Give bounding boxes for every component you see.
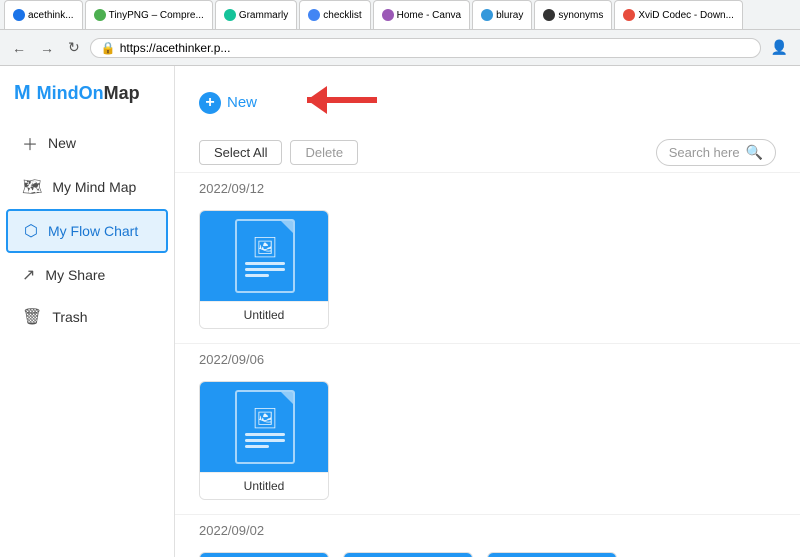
- browser-tab-6[interactable]: bluray: [472, 0, 532, 29]
- main-content: + New Select All Delete Search here 🔍: [175, 66, 800, 557]
- sidebar-item-trash[interactable]: 🗑 Trash: [6, 297, 168, 337]
- sidebar-trash-label: Trash: [52, 309, 87, 325]
- sidebar-item-flowchart[interactable]: ⬡ My Flow Chart: [6, 209, 168, 253]
- card-thumb-3b: 🖼: [344, 553, 473, 557]
- address-input[interactable]: 🔒 https://acethinker.p...: [90, 38, 761, 58]
- red-arrow: [277, 82, 397, 123]
- sidebar-item-new[interactable]: ＋ New: [6, 121, 168, 165]
- toolbar-left: Select All Delete: [199, 140, 358, 165]
- browser-address-bar: ← → ↻ 🔒 https://acethinker.p... 👤: [0, 30, 800, 66]
- tab-favicon-8: [623, 9, 635, 21]
- tab-favicon-7: [543, 9, 555, 21]
- new-btn-circle: +: [199, 92, 221, 114]
- toolbar: Select All Delete Search here 🔍: [175, 133, 800, 172]
- card-3b[interactable]: 🖼: [343, 552, 473, 557]
- card-label-2: Untitled: [200, 472, 328, 499]
- cards-row-3: 🖼: [175, 542, 800, 557]
- search-icon: 🔍: [746, 144, 763, 161]
- app-container: M MindOnMap ＋ New 🗺 My Mind Map ⬡ My Flo…: [0, 66, 800, 557]
- sidebar-mindmap-label: My Mind Map: [52, 179, 136, 195]
- doc-icon-1: 🖼: [235, 219, 295, 293]
- cards-row-2: 🖼 Untitled: [175, 371, 800, 514]
- address-text: https://acethinker.p...: [120, 41, 231, 55]
- doc-icon-2: 🖼: [235, 390, 295, 464]
- card-3a[interactable]: 🖼: [199, 552, 329, 557]
- search-placeholder: Search here: [669, 145, 740, 160]
- card-thumb-3c: 🖼: [488, 553, 617, 557]
- flowchart-icon: ⬡: [24, 221, 38, 241]
- mindmap-icon: 🗺: [22, 177, 42, 197]
- browser-tab-3[interactable]: Grammarly: [215, 0, 297, 29]
- tab-label-4: checklist: [323, 10, 361, 21]
- search-box[interactable]: Search here 🔍: [656, 139, 776, 166]
- cards-row-1: 🖼 Untitled: [175, 200, 800, 343]
- section-date-3: 2022/09/02: [175, 514, 800, 542]
- tab-label-8: XviD Codec - Down...: [638, 10, 734, 21]
- plus-icon: ＋: [22, 131, 38, 155]
- sidebar-flowchart-label: My Flow Chart: [48, 223, 138, 239]
- tab-label-2: TinyPNG – Compre...: [109, 10, 204, 21]
- card-3c[interactable]: 🖼: [487, 552, 617, 557]
- card-label-1: Untitled: [200, 301, 328, 328]
- logo-icon: M: [14, 82, 31, 105]
- nav-refresh[interactable]: ↻: [64, 37, 84, 58]
- tab-label-5: Home - Canva: [397, 10, 461, 21]
- sidebar-item-share[interactable]: ↗ My Share: [6, 255, 168, 295]
- sidebar-item-mindmap[interactable]: 🗺 My Mind Map: [6, 167, 168, 207]
- tab-favicon-6: [481, 9, 493, 21]
- card-2[interactable]: 🖼 Untitled: [199, 381, 329, 500]
- tab-favicon-2: [94, 9, 106, 21]
- sidebar-share-label: My Share: [45, 267, 105, 283]
- browser-tab-2[interactable]: TinyPNG – Compre...: [85, 0, 213, 29]
- tab-favicon-4: [308, 9, 320, 21]
- section-date-1: 2022/09/12: [175, 172, 800, 200]
- delete-button[interactable]: Delete: [290, 140, 358, 165]
- main-header: + New: [175, 66, 800, 133]
- browser-tab-8[interactable]: XviD Codec - Down...: [614, 0, 743, 29]
- select-all-button[interactable]: Select All: [199, 140, 282, 165]
- share-icon: ↗: [22, 265, 35, 285]
- tab-favicon-5: [382, 9, 394, 21]
- profile-icon[interactable]: 👤: [767, 37, 792, 58]
- tab-favicon: [13, 9, 25, 21]
- card-1[interactable]: 🖼 Untitled: [199, 210, 329, 329]
- new-button[interactable]: + New: [199, 92, 257, 114]
- logo-text: MindOnMap: [37, 83, 140, 104]
- section-date-2: 2022/09/06: [175, 343, 800, 371]
- tab-label-3: Grammarly: [239, 10, 288, 21]
- card-thumb-1: 🖼: [200, 211, 329, 301]
- new-button-label: New: [227, 94, 257, 111]
- browser-tab-7[interactable]: synonyms: [534, 0, 612, 29]
- sidebar-new-label: New: [48, 135, 76, 151]
- logo: M MindOnMap: [0, 76, 174, 119]
- browser-tab-5[interactable]: Home - Canva: [373, 0, 470, 29]
- trash-icon: 🗑: [22, 307, 42, 327]
- nav-forward[interactable]: →: [36, 38, 58, 58]
- browser-tab-active[interactable]: acethink...: [4, 0, 83, 29]
- browser-tab-4[interactable]: checklist: [299, 0, 370, 29]
- sidebar: M MindOnMap ＋ New 🗺 My Mind Map ⬡ My Flo…: [0, 66, 175, 557]
- tab-favicon-3: [224, 9, 236, 21]
- tab-label-6: bluray: [496, 10, 523, 21]
- lock-icon: 🔒: [101, 41, 116, 55]
- tab-label-7: synonyms: [558, 10, 603, 21]
- card-thumb-2: 🖼: [200, 382, 329, 472]
- card-thumb-3a: 🖼: [200, 553, 329, 557]
- browser-tab-bar: acethink... TinyPNG – Compre... Grammarl…: [0, 0, 800, 30]
- nav-back[interactable]: ←: [8, 38, 30, 58]
- tab-label: acethink...: [28, 10, 74, 21]
